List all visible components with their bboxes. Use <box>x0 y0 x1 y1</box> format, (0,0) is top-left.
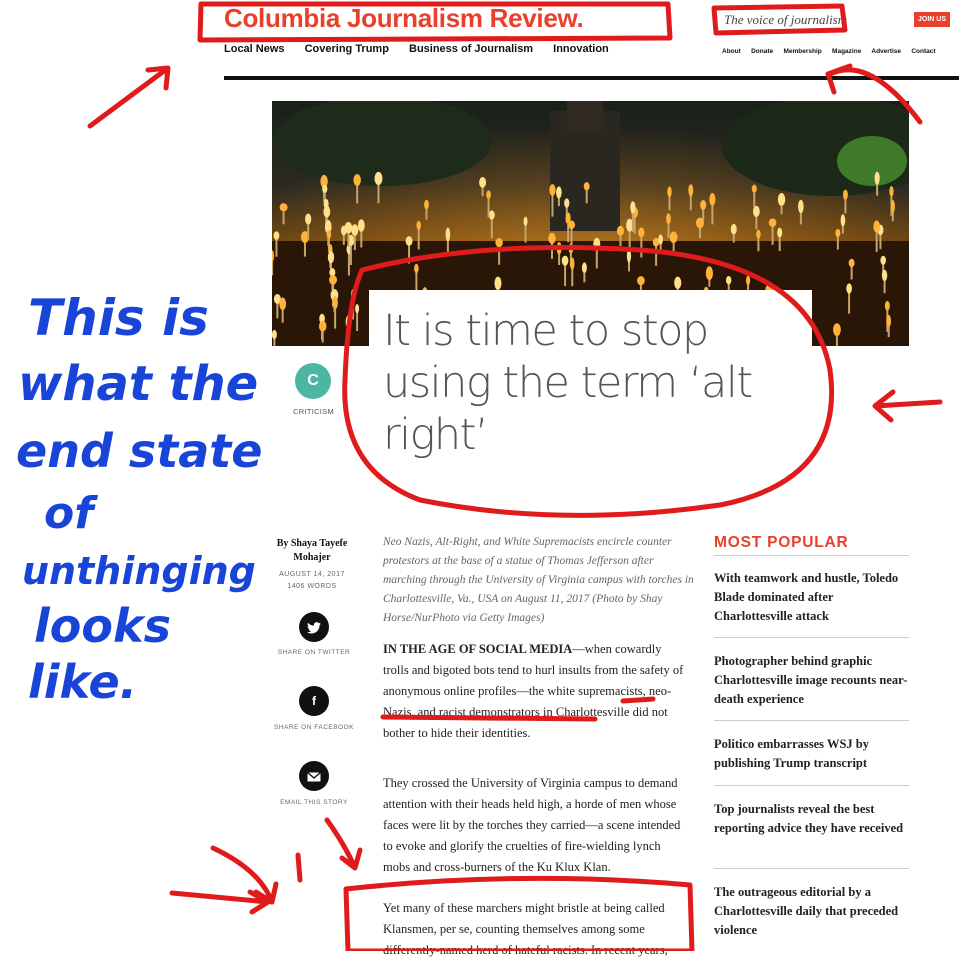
logo-highlight-box <box>197 1 673 43</box>
arrow-lower-3 <box>324 817 363 871</box>
underline-white <box>620 696 656 704</box>
arrow-lower-2 <box>169 889 271 915</box>
arrow-to-magazine <box>825 63 923 125</box>
underline-supremacists <box>380 714 598 722</box>
arrow-lower-4 <box>295 852 303 883</box>
red-ink-annotations <box>87 1 943 951</box>
arrow-lower-1 <box>210 845 279 905</box>
bottom-paragraph-box <box>343 875 695 951</box>
arrow-to-logo <box>87 65 171 129</box>
tagline-highlight-box <box>711 3 848 36</box>
arrow-to-title <box>872 389 943 423</box>
title-highlight-circle <box>342 245 835 518</box>
